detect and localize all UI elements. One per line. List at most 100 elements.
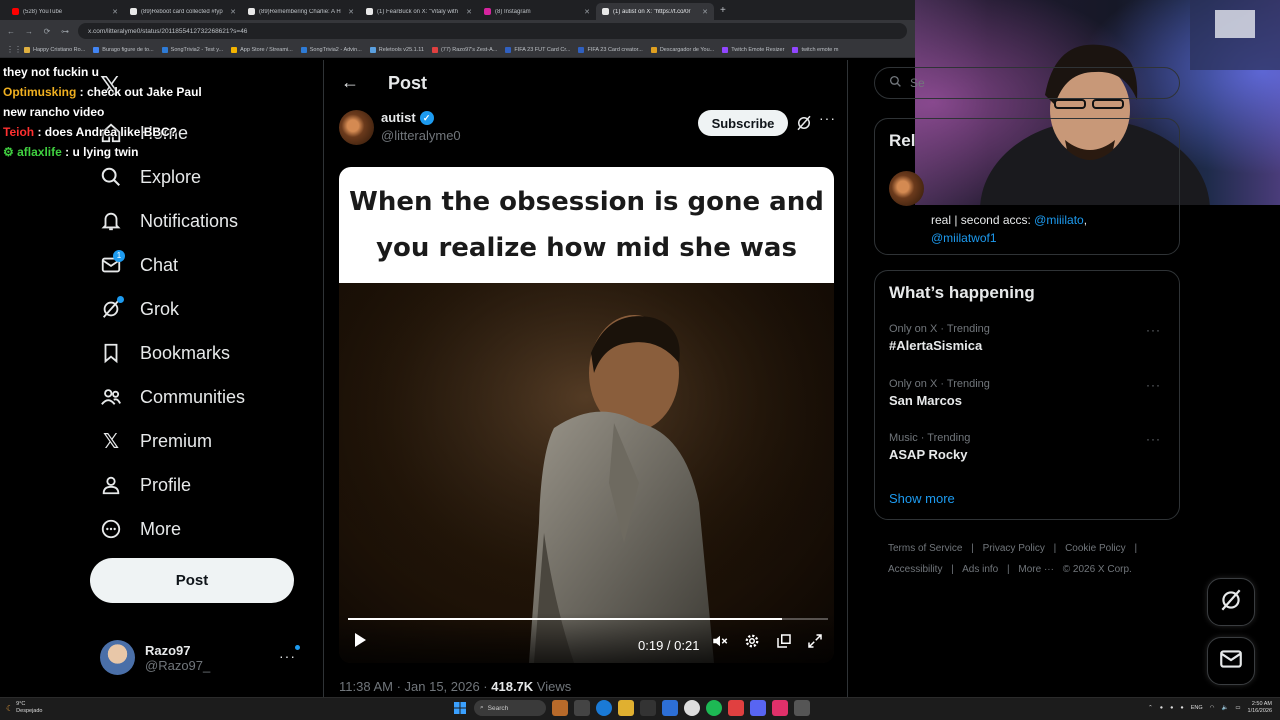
sidebar-item-grok[interactable]: Grok (100, 294, 179, 324)
edge-icon[interactable] (596, 700, 612, 716)
relevant-avatar[interactable] (889, 171, 924, 206)
bookmark-item[interactable]: Descargador de You... (650, 46, 714, 53)
discord-icon[interactable] (750, 700, 766, 716)
post-video[interactable]: When the obsession is gone and you reali… (339, 167, 834, 663)
app-icon[interactable] (728, 700, 744, 716)
sidebar-item-notifications[interactable]: Notifications (100, 206, 238, 236)
video-progress-bar[interactable] (348, 618, 828, 620)
sidebar-item-explore[interactable]: Explore (100, 162, 201, 192)
browser-tab[interactable]: (528) YouTube ✕ (6, 3, 124, 20)
new-tab-button[interactable]: + (720, 5, 726, 16)
wifi-icon[interactable]: ◠ (1210, 705, 1215, 711)
sidebar-item-more[interactable]: More (100, 514, 181, 544)
clock[interactable]: 2:50 AM 1/16/2026 (1248, 701, 1272, 715)
tray-app-icon[interactable]: ● (1160, 705, 1163, 711)
bookmark-item[interactable]: Burago figure de to... (93, 46, 154, 53)
bio-mention-link[interactable]: @miilatwof1 (931, 231, 997, 245)
mail-app-icon[interactable] (662, 700, 678, 716)
tray-chevron-icon[interactable]: ⌃ (1148, 705, 1153, 711)
volume-icon[interactable]: 🔈 (1221, 705, 1228, 711)
footer-link[interactable]: Privacy Policy (983, 543, 1045, 554)
trend-item[interactable]: Music · Trending ASAP Rocky ··· (889, 432, 1169, 462)
sidebar-item-chat[interactable]: 1 Chat (100, 250, 178, 280)
footer-link[interactable]: Ads info (962, 564, 998, 575)
footer-link[interactable]: Terms of Service (888, 543, 962, 554)
site-info-icon[interactable]: ⊶ (60, 27, 70, 36)
task-view-icon[interactable] (574, 700, 590, 716)
bookmark-item[interactable]: App Store / Streami... (231, 46, 293, 53)
messages-fab-button[interactable] (1207, 637, 1255, 685)
bookmark-item[interactable]: SongTrivia2 - Test y... (161, 46, 223, 53)
close-tab-icon[interactable]: ✕ (348, 8, 354, 16)
bookmark-item[interactable]: twitch emote m (792, 46, 838, 53)
sidebar-item-bookmarks[interactable]: Bookmarks (100, 338, 230, 368)
browser-tab[interactable]: (89)Remembering Charlie: A H ✕ (242, 3, 360, 20)
more-horizontal-icon[interactable]: ··· (1146, 432, 1161, 446)
compose-post-button[interactable]: Post (90, 558, 294, 603)
bookmark-item[interactable]: Twitch Emote Resizer (722, 46, 784, 53)
sidebar-item-profile[interactable]: Profile (100, 470, 191, 500)
trend-item[interactable]: Only on X · Trending San Marcos ··· (889, 378, 1169, 408)
author-name-row[interactable]: autist ✓ (381, 110, 434, 125)
forward-nav-icon[interactable]: → (24, 27, 34, 36)
browser-tab[interactable]: (8) Instagram ✕ (478, 3, 596, 20)
tray-app-icon[interactable]: ● (1180, 705, 1183, 711)
settings-gear-icon[interactable] (743, 632, 761, 655)
grok-icon[interactable] (795, 114, 813, 137)
obs-icon[interactable] (794, 700, 810, 716)
tray-app-icon[interactable]: ● (1170, 705, 1173, 711)
author-handle[interactable]: @litteralyme0 (381, 128, 461, 143)
footer-link[interactable]: Accessibility (888, 564, 942, 575)
battery-icon[interactable]: ▭ (1235, 705, 1240, 711)
volume-icon[interactable] (711, 632, 729, 655)
weather-widget[interactable]: ☾ 9°C Despejado (6, 701, 42, 715)
close-tab-icon[interactable]: ✕ (702, 8, 708, 16)
chrome-icon[interactable] (684, 700, 700, 716)
close-tab-icon[interactable]: ✕ (584, 8, 590, 16)
file-explorer-icon[interactable] (618, 700, 634, 716)
more-horizontal-icon[interactable]: ··· (279, 648, 296, 664)
close-tab-icon[interactable]: ✕ (230, 8, 236, 16)
more-horizontal-icon[interactable]: ··· (1146, 323, 1161, 337)
bookmark-item[interactable]: Reletools v25.1.11 (369, 46, 424, 53)
language-indicator[interactable]: ENG (1191, 705, 1203, 711)
bookmark-item[interactable]: SongTrivia2 - Advin... (300, 46, 362, 53)
browser-tab[interactable]: (89)Reboot card collected #fyp ✕ (124, 3, 242, 20)
back-arrow-icon[interactable]: ← (341, 72, 359, 93)
widget-icon[interactable] (552, 700, 568, 716)
bookmark-item[interactable]: FIFA 23 FUT Card Cr... (505, 46, 570, 53)
picture-in-picture-icon[interactable] (775, 632, 793, 655)
apps-grid-icon[interactable]: ⋮⋮ (6, 45, 22, 54)
windows-start-icon[interactable] (452, 700, 468, 716)
grok-fab-button[interactable] (1207, 578, 1255, 626)
subscribe-button[interactable]: Subscribe (698, 110, 788, 136)
fullscreen-icon[interactable] (806, 632, 824, 655)
author-avatar[interactable] (339, 110, 374, 145)
account-switcher[interactable]: Razo97 @Razo97_ ··· (100, 640, 310, 675)
post-timestamp[interactable]: 11:38 AM · Jan 15, 2026 · (339, 679, 491, 694)
url-field[interactable]: x.com/litteralyme0/status/20118554127322… (78, 23, 907, 39)
close-tab-icon[interactable]: ✕ (466, 8, 472, 16)
bio-mention-link[interactable]: @miiilato (1034, 213, 1084, 227)
sidebar-item-premium[interactable]: 𝕏 Premium (100, 426, 212, 456)
play-icon[interactable] (352, 632, 368, 653)
taskbar-search[interactable]: ⌕ Search (474, 700, 546, 716)
footer-link[interactable]: Cookie Policy (1065, 543, 1126, 554)
music-app-icon[interactable] (772, 700, 788, 716)
more-horizontal-icon[interactable]: ··· (1146, 378, 1161, 392)
back-nav-icon[interactable]: ← (6, 27, 16, 36)
browser-tab[interactable]: (1) autist on X: "https://t.co/0r ✕ (596, 3, 714, 20)
browser-tab[interactable]: (1) FearBuck on X: "Vitaly with ✕ (360, 3, 478, 20)
show-more-link[interactable]: Show more (889, 491, 955, 506)
trend-item[interactable]: Only on X · Trending #AlertaSismica ··· (889, 323, 1169, 353)
footer-link[interactable]: More ··· (1018, 564, 1054, 575)
bookmark-item[interactable]: Happy Cristiano Ro... (24, 46, 85, 53)
spotify-icon[interactable] (706, 700, 722, 716)
store-icon[interactable] (640, 700, 656, 716)
bookmark-item[interactable]: (77) Razo97's Zest-A... (431, 46, 497, 53)
search-input[interactable]: Se (874, 67, 1180, 99)
close-tab-icon[interactable]: ✕ (112, 8, 118, 16)
bookmark-item[interactable]: FIFA 23 Card creator... (578, 46, 643, 53)
reload-icon[interactable]: ⟳ (42, 27, 52, 36)
more-horizontal-icon[interactable]: ··· (819, 110, 836, 126)
